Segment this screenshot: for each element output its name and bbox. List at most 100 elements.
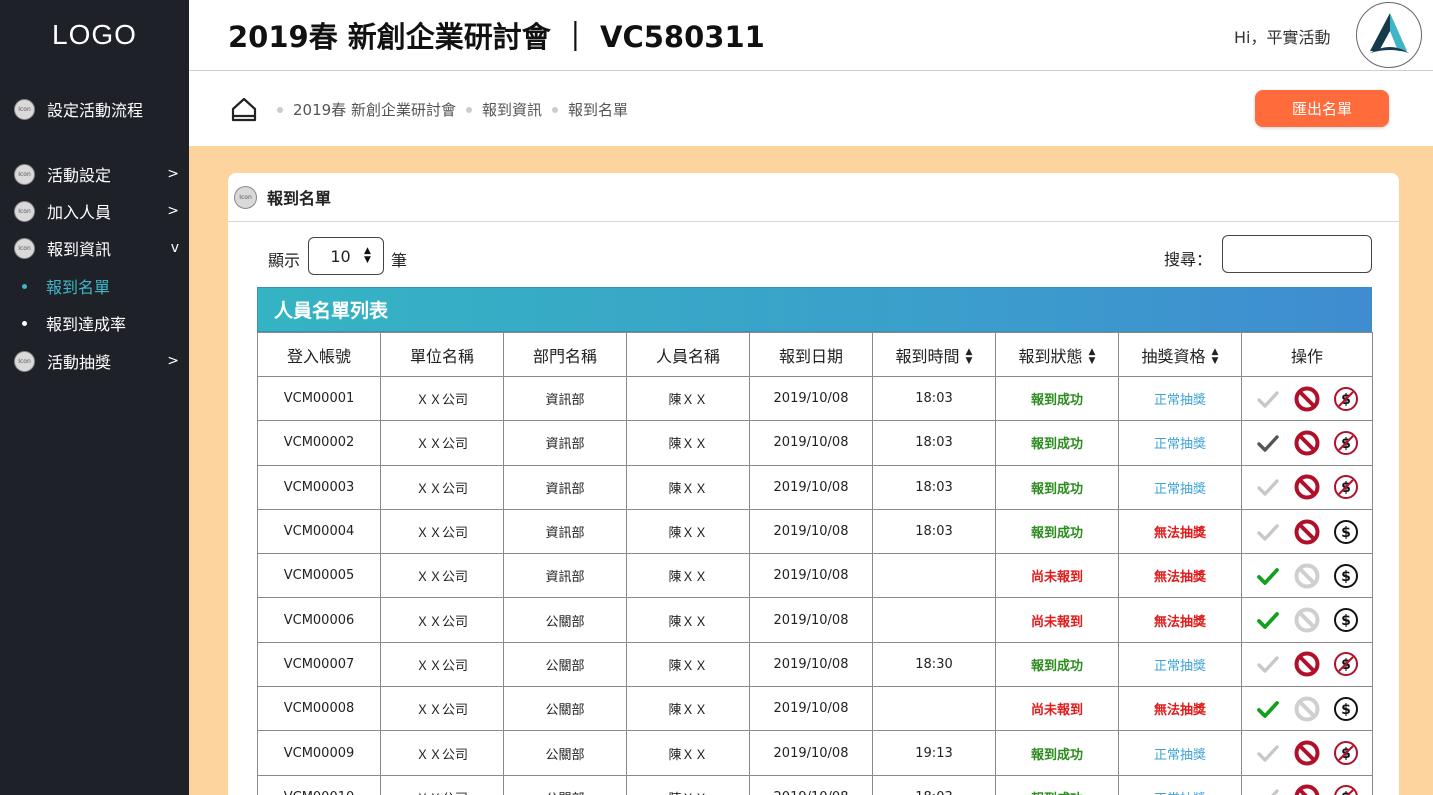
table-row: VCM00004 ＸＸ公司 資訊部 陳ＸＸ 2019/10/08 18:03 報到成功 無法抽…: [257, 508, 1373, 555]
cell-actions: $: [1241, 730, 1373, 776]
sidebar-item-label: 活動設定: [47, 166, 112, 185]
sidebar-item-activity-settings[interactable]: Icon 活動設定 >: [14, 159, 179, 189]
table-header-row: 登入帳號 單位名稱 部門名稱 人員名稱 報到日期 報到時間 ▲ ▼ 報到狀態 ▲ ▼ 抽…: [257, 332, 1373, 377]
table-row: VCM00003 ＸＸ公司 資訊部 陳ＸＸ 2019/10/08 18:03 報到成功 正常抽…: [257, 464, 1373, 510]
cell-unit: ＸＸ公司: [380, 553, 504, 599]
home-icon[interactable]: [231, 96, 257, 122]
check-icon[interactable]: [1254, 739, 1282, 767]
cell-eligibility: 無法抽獎: [1118, 553, 1242, 599]
breadcrumb-separator-icon: [551, 106, 558, 113]
dollar-icon[interactable]: $: [1332, 518, 1360, 546]
check-icon[interactable]: [1254, 650, 1282, 678]
column-header: 登入帳號: [257, 332, 381, 377]
cell-unit: ＸＸ公司: [380, 641, 504, 688]
cell-status: 尚未報到: [995, 597, 1119, 643]
dollar-icon[interactable]: $: [1332, 606, 1360, 634]
sort-icon[interactable]: ▲ ▼: [1212, 348, 1219, 366]
ban-icon[interactable]: [1293, 650, 1321, 678]
row-actions: $: [1242, 385, 1372, 413]
chevron-right-icon: >: [167, 203, 179, 219]
sort-icon[interactable]: ▲ ▼: [966, 348, 973, 366]
no-dollar-icon[interactable]: $: [1332, 783, 1360, 795]
search-input[interactable]: [1222, 235, 1372, 273]
cell-eligibility: 無法抽獎: [1118, 686, 1242, 732]
people-table: 人員名單列表 登入帳號 單位名稱 部門名稱 人員名稱 報到日期 報到時間 ▲ ▼ 報…: [257, 287, 1373, 795]
cell-status: 報到成功: [995, 774, 1119, 795]
no-dollar-icon[interactable]: $: [1332, 650, 1360, 678]
cell-name: 陳ＸＸ: [626, 375, 750, 422]
breadcrumb-bar: 2019春 新創企業研討會 報到資訊 報到名單 匯出名單: [189, 72, 1433, 146]
no-dollar-icon[interactable]: $: [1332, 739, 1360, 767]
table-row: VCM00008 ＸＸ公司 公關部 陳ＸＸ 2019/10/08 尚未報到 無法抽獎 $: [257, 686, 1373, 732]
ban-icon[interactable]: [1293, 562, 1321, 590]
ban-icon[interactable]: [1293, 606, 1321, 634]
cell-dept: 資訊部: [503, 553, 627, 599]
cell-actions: $: [1241, 553, 1373, 599]
row-actions: $: [1242, 606, 1372, 634]
cell-actions: $: [1241, 641, 1373, 688]
check-icon[interactable]: [1254, 695, 1282, 723]
cell-name: 陳ＸＸ: [626, 508, 750, 555]
export-list-button[interactable]: 匯出名單: [1255, 90, 1389, 127]
sidebar-item-flow[interactable]: Icon 設定活動流程: [14, 94, 179, 124]
cell-date: 2019/10/08: [749, 464, 873, 510]
column-header: 報到日期: [749, 332, 873, 377]
sidebar-item-checkin-list[interactable]: 報到名單: [14, 271, 179, 301]
sidebar-item-label: 活動抽獎: [47, 353, 112, 372]
no-dollar-icon[interactable]: $: [1332, 429, 1360, 457]
breadcrumb-item[interactable]: 報到名單: [568, 99, 628, 120]
check-icon[interactable]: [1254, 606, 1282, 634]
breadcrumb-item[interactable]: 2019春 新創企業研討會: [293, 99, 456, 120]
column-header: 部門名稱: [503, 332, 627, 377]
ban-icon[interactable]: [1293, 385, 1321, 413]
cell-name: 陳ＸＸ: [626, 730, 750, 776]
check-icon[interactable]: [1254, 783, 1282, 795]
check-icon[interactable]: [1254, 385, 1282, 413]
cell-status: 尚未報到: [995, 553, 1119, 599]
dollar-icon[interactable]: $: [1332, 562, 1360, 590]
ban-icon[interactable]: [1293, 429, 1321, 457]
breadcrumb-item[interactable]: 報到資訊: [482, 99, 542, 120]
no-dollar-icon[interactable]: $: [1332, 473, 1360, 501]
column-header-sortable[interactable]: 報到狀態 ▲ ▼: [995, 332, 1119, 377]
sidebar-item-label: 報到資訊: [47, 240, 112, 259]
check-icon[interactable]: [1254, 429, 1282, 457]
sort-icon[interactable]: ▲ ▼: [1089, 348, 1096, 366]
page-size-stepper[interactable]: 10 ▲ ▼: [308, 237, 384, 275]
dollar-icon[interactable]: $: [1332, 695, 1360, 723]
cell-account: VCM00007: [257, 641, 381, 688]
cell-date: 2019/10/08: [749, 641, 873, 688]
ban-icon[interactable]: [1293, 518, 1321, 546]
column-header-sortable[interactable]: 抽獎資格 ▲ ▼: [1118, 332, 1242, 377]
cell-time: [872, 597, 996, 643]
cell-status: 報到成功: [995, 730, 1119, 776]
column-header-label: 報到時間: [895, 346, 960, 366]
no-dollar-icon[interactable]: $: [1332, 385, 1360, 413]
sidebar: LOGO Icon 設定活動流程 Icon 活動設定 > Icon 加入人員 >…: [0, 0, 189, 795]
check-icon[interactable]: [1254, 562, 1282, 590]
column-header-sortable[interactable]: 報到時間 ▲ ▼: [872, 332, 996, 377]
ban-icon[interactable]: [1293, 473, 1321, 501]
stepper-arrows-icon[interactable]: ▲ ▼: [364, 247, 371, 265]
ban-icon[interactable]: [1293, 739, 1321, 767]
column-header: 人員名稱: [626, 332, 750, 377]
avatar[interactable]: [1356, 2, 1422, 68]
cell-account: VCM00003: [257, 464, 381, 510]
check-icon[interactable]: [1254, 518, 1282, 546]
breadcrumb: 2019春 新創企業研討會 報到資訊 報到名單: [267, 99, 628, 120]
sidebar-item-label: 報到達成率: [46, 315, 127, 334]
sidebar-item-lottery[interactable]: Icon 活動抽獎 >: [14, 346, 179, 376]
cell-actions: $: [1241, 774, 1373, 795]
ban-icon[interactable]: [1293, 695, 1321, 723]
sidebar-item-checkin-info[interactable]: Icon 報到資訊 v: [14, 233, 179, 263]
sidebar-item-checkin-rate[interactable]: 報到達成率: [14, 308, 179, 338]
cell-name: 陳ＸＸ: [626, 686, 750, 732]
sidebar-item-add-people[interactable]: Icon 加入人員 >: [14, 196, 179, 226]
row-actions: $: [1242, 650, 1372, 678]
cell-dept: 公關部: [503, 686, 627, 732]
check-icon[interactable]: [1254, 473, 1282, 501]
table-row: VCM00010ＸＸ公司公關部陳ＸＸ2019/10/0818:03報到成功正常抽…: [257, 774, 1373, 795]
ban-icon[interactable]: [1293, 783, 1321, 795]
column-header-label: 報到狀態: [1018, 346, 1083, 366]
cell-date: 2019/10/08: [749, 420, 873, 466]
